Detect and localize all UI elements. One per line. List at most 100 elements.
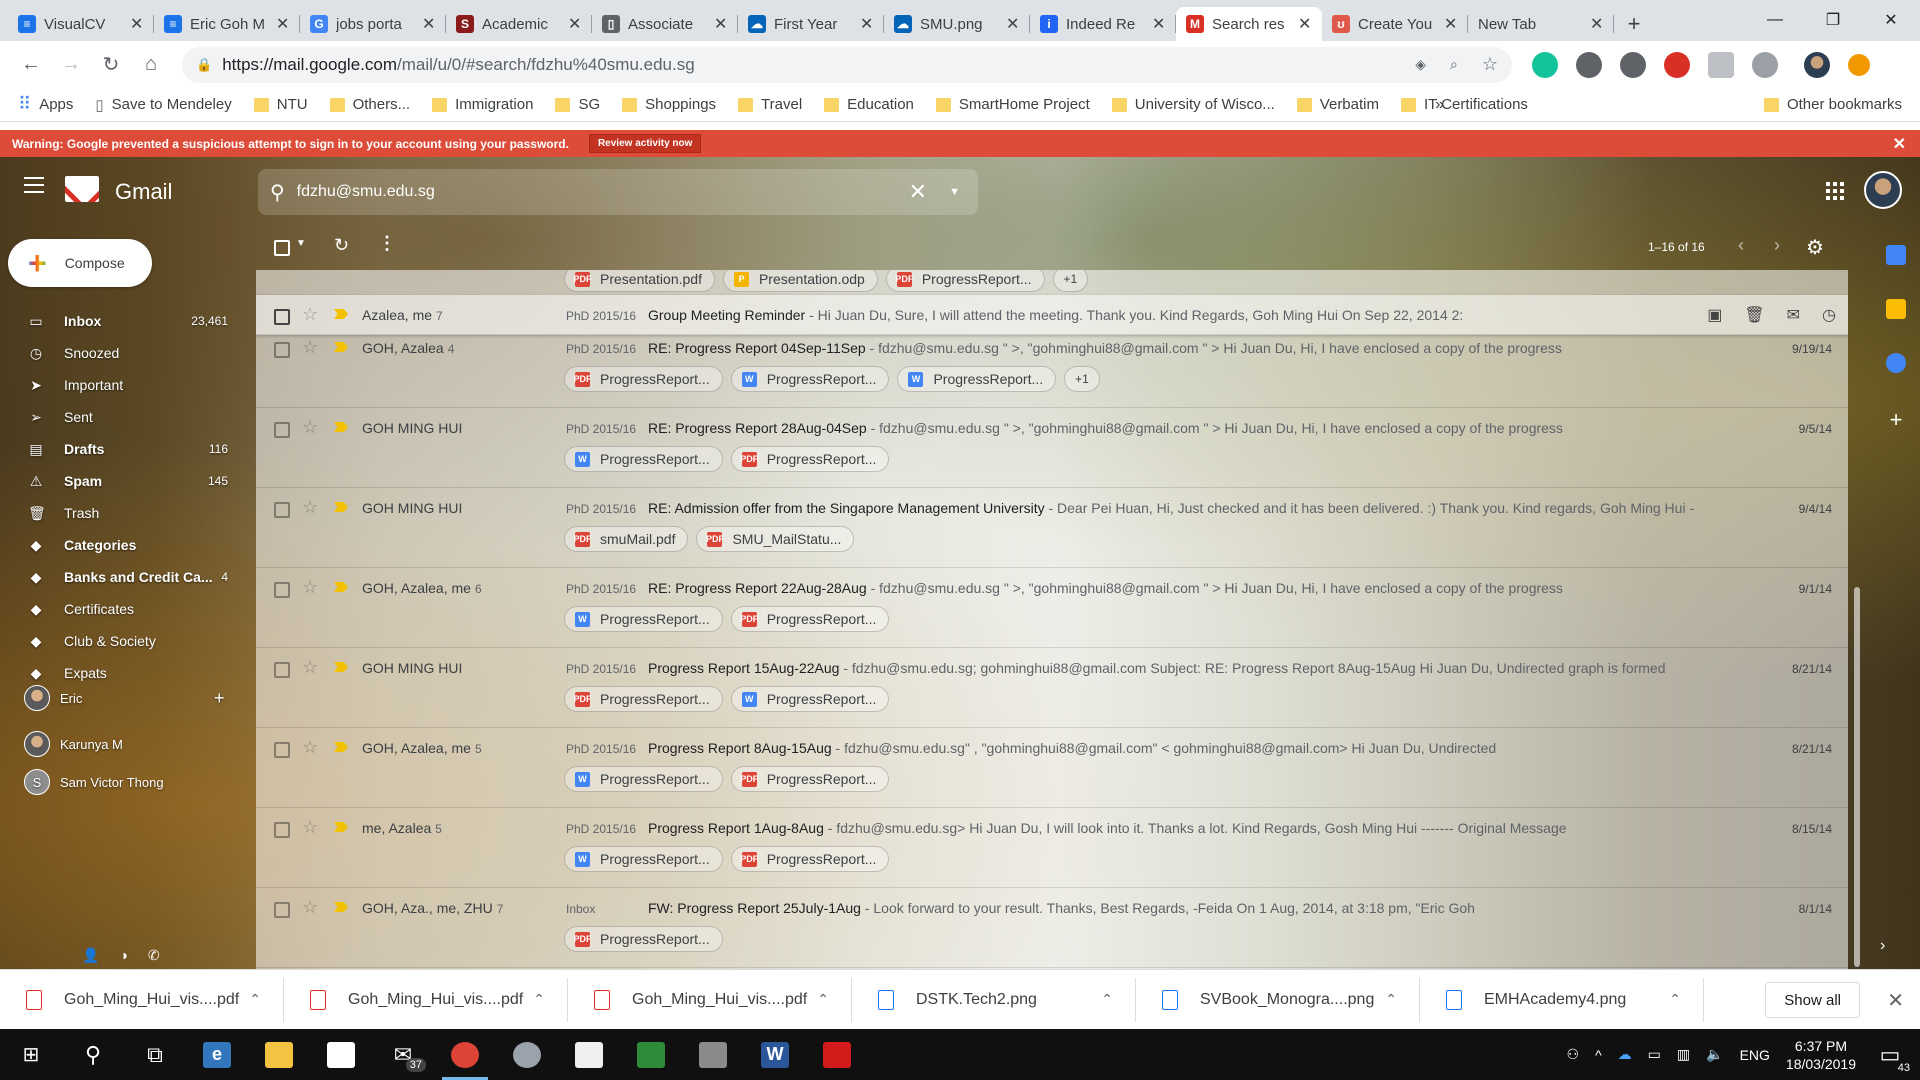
browser-tab[interactable]: ≡ Eric Goh M ✕ — [154, 7, 300, 41]
extension-circle-icon[interactable] — [1620, 51, 1646, 78]
people-icon[interactable]: ⚇ — [1567, 1046, 1580, 1063]
sidebar-item-banks-and-credit-ca[interactable]: ◆ Banks and Credit Ca... 4 — [0, 561, 256, 593]
bookmark-item[interactable]: ⠿ Apps — [18, 94, 73, 115]
account-avatar[interactable] — [1864, 171, 1902, 209]
bookmark-item[interactable]: ▯ Save to Mendeley — [95, 96, 231, 114]
start-button[interactable]: ⊞ — [0, 1029, 62, 1080]
address-bar[interactable]: 🔒 https://mail.google.com/mail/u/0/#sear… — [182, 46, 1512, 83]
sidebar-item-spam[interactable]: ⚠ Spam 145 — [0, 465, 256, 497]
show-all-downloads-button[interactable]: Show all — [1765, 982, 1860, 1018]
row-checkbox[interactable] — [274, 742, 290, 758]
attachment-chip[interactable]: PDF Presentation.pdf — [564, 270, 715, 292]
taskbar-store-button[interactable] — [310, 1029, 372, 1080]
attachment-chip[interactable]: W ProgressReport... — [730, 686, 890, 712]
attachment-chip[interactable]: W ProgressReport... — [564, 606, 723, 632]
sidebar-item-categories[interactable]: ◆ Categories — [0, 529, 256, 561]
important-marker-icon[interactable] — [334, 342, 348, 352]
important-marker-icon[interactable] — [334, 422, 348, 432]
important-marker-icon[interactable] — [334, 742, 348, 752]
battery-icon[interactable]: ▭ — [1648, 1046, 1661, 1063]
bookmarks-overflow-button[interactable]: » — [1435, 96, 1444, 114]
row-checkbox[interactable] — [274, 582, 290, 598]
mail-search-bar[interactable]: ⚲ fdzhu@smu.edu.sg ✕ ▼ — [258, 169, 978, 215]
back-icon[interactable]: ← — [14, 48, 48, 82]
email-row[interactable]: ☆ me, Azalea 5 PhD 2015/16 Progress Report 1… — [256, 808, 1848, 888]
star-icon[interactable]: ☆ — [302, 497, 318, 518]
download-menu-chevron-icon[interactable]: ⌃ — [1385, 991, 1397, 1008]
sidebar-item-certificates[interactable]: ◆ Certificates — [0, 593, 256, 625]
row-checkbox[interactable] — [274, 422, 290, 438]
star-icon[interactable]: ☆ — [302, 657, 318, 678]
browser-tab[interactable]: New Tab ✕ — [1468, 7, 1614, 41]
browser-tab[interactable]: M Search res ✕ — [1176, 7, 1322, 41]
taskbar-mail-button[interactable]: ✉ 37 — [372, 1029, 434, 1080]
download-menu-chevron-icon[interactable]: ⌃ — [1101, 991, 1113, 1008]
bookmark-item[interactable]: IT Certifications — [1401, 96, 1528, 113]
close-window-icon[interactable]: ✕ — [1862, 0, 1920, 40]
tasks-icon[interactable] — [1886, 353, 1906, 373]
scrollbar-thumb[interactable] — [1854, 587, 1860, 967]
attachment-chip[interactable]: PDF ProgressReport... — [730, 606, 890, 632]
taskbar-spreadsheet-button[interactable] — [620, 1029, 682, 1080]
star-icon[interactable]: ☆ — [302, 304, 318, 325]
phone-icon[interactable]: ✆ — [148, 947, 160, 964]
attachment-chip[interactable]: PDF ProgressReport... — [885, 270, 1045, 292]
bookmark-item[interactable]: Others... — [329, 96, 410, 113]
calendar-icon[interactable] — [1886, 245, 1906, 265]
browser-tab[interactable]: i Indeed Re ✕ — [1030, 7, 1176, 41]
email-row[interactable]: ☆ GOH MING HUI PhD 2015/16 RE: Admission of… — [256, 488, 1848, 568]
network-icon[interactable]: ▥ — [1677, 1046, 1690, 1063]
refresh-icon[interactable]: ↻ — [334, 235, 349, 256]
gmail-wordmark[interactable]: Gmail — [115, 179, 172, 205]
important-marker-icon[interactable] — [334, 582, 348, 592]
attachment-chip[interactable]: P Presentation.odp — [722, 270, 878, 292]
close-tab-icon[interactable]: ✕ — [422, 14, 436, 34]
zoom-icon[interactable]: ⌕ — [1450, 56, 1458, 73]
email-row[interactable]: ☆ GOH, Azalea 4 PhD 2015/16 RE: Progress Rep… — [256, 328, 1848, 408]
taskbar-ide-button[interactable] — [558, 1029, 620, 1080]
taskbar-acrobat-button[interactable] — [806, 1029, 868, 1080]
next-page-icon[interactable]: › — [1774, 235, 1780, 256]
download-item[interactable]: Goh_Ming_Hui_vis....pdf ⌃ — [568, 977, 852, 1022]
close-tab-icon[interactable]: ✕ — [130, 14, 144, 34]
browser-tab[interactable]: Gjobs porta ✕ — [300, 7, 446, 41]
attachment-chip[interactable]: PDF ProgressReport... — [730, 846, 890, 872]
clear-search-icon[interactable]: ✕ — [909, 179, 927, 205]
bookmark-item[interactable]: Travel — [738, 96, 802, 113]
bookmark-item[interactable]: SmartHome Project — [935, 96, 1090, 113]
search-icon[interactable]: ⚲ — [270, 180, 285, 205]
download-menu-chevron-icon[interactable]: ⌃ — [533, 991, 545, 1008]
taskbar-task-view-button[interactable]: ⧉ — [124, 1029, 186, 1080]
gmail-logo-icon[interactable] — [65, 176, 99, 202]
close-downloads-icon[interactable]: ✕ — [1887, 988, 1904, 1013]
select-dropdown-icon[interactable]: ▼ — [296, 238, 306, 249]
sidebar-item-inbox[interactable]: ▭ Inbox 23,461 — [0, 305, 256, 337]
extension-red-icon[interactable] — [1664, 51, 1690, 78]
snooze-icon[interactable]: ◷ — [1822, 305, 1836, 325]
search-icon[interactable]: ⚲ — [62, 1029, 124, 1080]
browser-tab[interactable]: S Academic ✕ — [446, 7, 592, 41]
profile-avatar[interactable] — [1804, 51, 1830, 78]
attachment-chip[interactable]: PDF ProgressReport... — [564, 926, 723, 952]
email-row[interactable]: ☆ GOH, Azalea, me 6 PhD 2015/16 RE: Progress… — [256, 568, 1848, 648]
download-menu-chevron-icon[interactable]: ⌃ — [249, 991, 261, 1008]
attachment-chip[interactable]: W ProgressReport... — [564, 846, 723, 872]
bookmark-item[interactable]: Education — [824, 96, 914, 113]
forward-icon[interactable]: → — [54, 48, 88, 82]
bookmark-item[interactable]: Verbatim — [1296, 96, 1379, 113]
row-checkbox[interactable] — [274, 902, 290, 918]
review-activity-button[interactable]: Review activity now — [588, 134, 702, 153]
previous-page-icon[interactable]: ‹ — [1738, 235, 1744, 256]
hangouts-user[interactable]: Eric + — [24, 685, 225, 711]
settings-gear-icon[interactable]: ⚙ — [1806, 235, 1824, 260]
search-options-icon[interactable]: ▼ — [949, 186, 960, 198]
important-marker-icon[interactable] — [334, 662, 348, 672]
close-tab-icon[interactable]: ✕ — [1590, 14, 1604, 34]
close-tab-icon[interactable]: ✕ — [568, 14, 582, 34]
chat-contact[interactable]: S Sam Victor Thong — [24, 769, 164, 795]
taskbar-sd-tool-button[interactable] — [682, 1029, 744, 1080]
row-checkbox[interactable] — [274, 662, 290, 678]
bookmark-item[interactable]: Immigration — [432, 96, 533, 113]
star-icon[interactable]: ☆ — [302, 337, 318, 358]
bookmark-star-icon[interactable]: ☆ — [1482, 54, 1498, 75]
